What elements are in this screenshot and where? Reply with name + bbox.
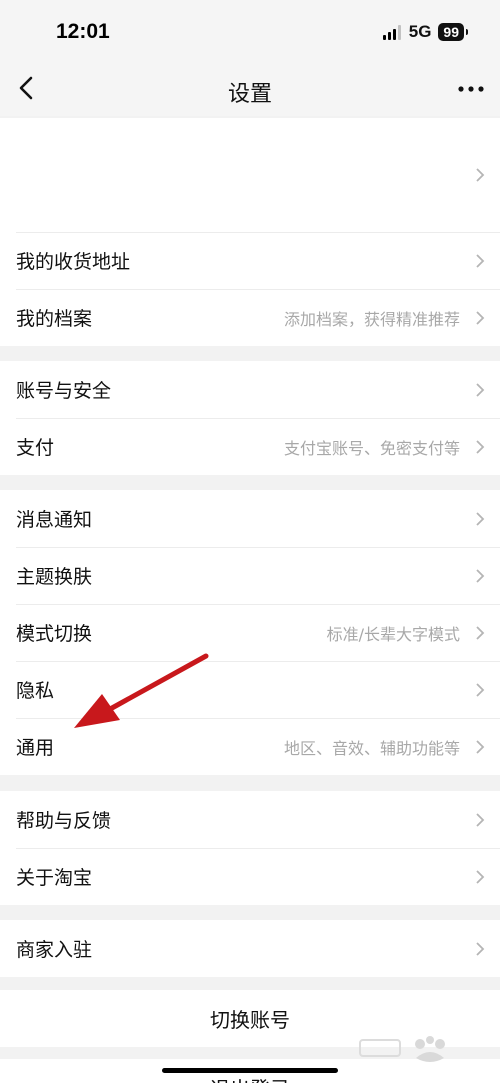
row-about-taobao[interactable]: 关于淘宝 <box>0 848 500 905</box>
page-title: 设置 <box>227 82 272 107</box>
chevron-right-icon <box>476 625 485 640</box>
profile-row[interactable] <box>0 118 500 232</box>
row-shipping-address[interactable]: 我的收货地址 <box>0 232 500 289</box>
chevron-right-icon <box>476 941 485 956</box>
watermark-logo-icon <box>359 1036 445 1062</box>
row-label: 模式切换 <box>16 623 93 645</box>
chevron-right-icon <box>476 439 485 454</box>
section-merchant: 商家入驻 <box>0 920 500 977</box>
battery-icon: 99 <box>438 23 468 41</box>
more-button[interactable] <box>454 76 488 102</box>
network-type: 5G <box>408 22 432 41</box>
status-time: 12:01 <box>56 20 110 43</box>
row-label: 支付 <box>16 437 55 459</box>
row-hint: 标准/长辈大字模式 <box>326 624 460 644</box>
row-label: 消息通知 <box>16 509 93 531</box>
chevron-right-icon <box>476 682 485 697</box>
chevron-right-icon <box>476 511 485 526</box>
chevron-right-icon <box>476 382 485 397</box>
chevron-right-icon <box>476 310 485 325</box>
logout-label: 退出登录 <box>210 1073 290 1083</box>
row-help-feedback[interactable]: 帮助与反馈 <box>0 791 500 848</box>
row-hint: 地区、音效、辅助功能等 <box>283 738 460 758</box>
row-hint: 支付宝账号、免密支付等 <box>283 438 460 458</box>
section-security: 账号与安全 支付 支付宝账号、免密支付等 <box>0 361 500 475</box>
row-label: 商家入驻 <box>16 939 93 961</box>
section-help: 帮助与反馈 关于淘宝 <box>0 791 500 905</box>
section-account-info: 我的收货地址 我的档案 添加档案，获得精准推荐 <box>0 118 500 346</box>
row-notifications[interactable]: 消息通知 <box>0 490 500 547</box>
signal-icon <box>382 24 401 40</box>
chevron-right-icon <box>476 168 485 182</box>
nav-bar: 设置 <box>0 62 500 116</box>
row-label: 帮助与反馈 <box>16 810 112 832</box>
row-label: 账号与安全 <box>16 380 112 402</box>
row-label: 我的收货地址 <box>16 251 131 273</box>
row-label: 我的档案 <box>16 308 93 330</box>
home-indicator <box>162 1068 338 1073</box>
row-label: 关于淘宝 <box>16 867 93 889</box>
row-my-profile[interactable]: 我的档案 添加档案，获得精准推荐 <box>0 289 500 346</box>
row-label: 隐私 <box>16 680 55 702</box>
status-bar: 12:01 5G 99 <box>0 0 500 62</box>
row-merchant-join[interactable]: 商家入驻 <box>0 920 500 977</box>
row-payment[interactable]: 支付 支付宝账号、免密支付等 <box>0 418 500 475</box>
row-label: 主题换肤 <box>16 566 93 588</box>
chevron-right-icon <box>476 253 485 268</box>
annotation-arrow-icon <box>74 653 209 728</box>
chevron-right-icon <box>476 739 485 754</box>
chevron-right-icon <box>476 812 485 827</box>
row-hint: 添加档案，获得精准推荐 <box>283 309 460 329</box>
row-theme[interactable]: 主题换肤 <box>0 547 500 604</box>
more-dots-icon <box>458 86 484 92</box>
chevron-right-icon <box>476 869 485 884</box>
chevron-right-icon <box>476 568 485 583</box>
switch-account-label: 切换账号 <box>210 1008 290 1032</box>
status-icons: 5G 99 <box>382 22 468 42</box>
row-label: 通用 <box>16 737 55 759</box>
row-account-security[interactable]: 账号与安全 <box>0 361 500 418</box>
